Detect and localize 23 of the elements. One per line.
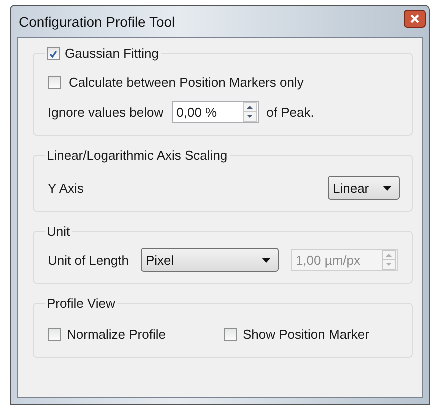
checkbox-label[interactable]: Calculate between Position Markers only — [69, 74, 304, 90]
group-title: Profile View — [46, 296, 116, 311]
checkbox[interactable] — [48, 76, 61, 88]
group-title: Unit — [46, 224, 72, 239]
caret-icon — [262, 258, 271, 262]
threshold-spinbox[interactable]: 0,00 % — [172, 101, 259, 123]
y-axis-dropdown[interactable]: Linear — [328, 176, 400, 200]
field-label: Y Axis — [48, 180, 84, 196]
unit-dropdown[interactable]: Pixel — [140, 248, 279, 272]
checkbox[interactable] — [224, 328, 237, 340]
caret-icon — [383, 186, 392, 190]
spin-arrows-icon[interactable] — [242, 102, 257, 122]
checkbox[interactable] — [47, 47, 60, 60]
checkbox[interactable] — [48, 328, 61, 340]
field-label: Unit of Length — [48, 252, 129, 268]
window-title: Configuration Profile Tool — [18, 14, 176, 30]
close-icon[interactable] — [404, 10, 426, 28]
group-title: Linear/Logarithmic Axis Scaling — [46, 148, 229, 163]
checkbox-label[interactable]: Show Position Marker — [243, 326, 370, 342]
field-suffix: of Peak. — [266, 104, 314, 120]
field-label: Ignore values below — [48, 104, 164, 120]
checkbox-label[interactable]: Gaussian Fitting — [65, 46, 159, 61]
checkbox-label[interactable]: Normalize Profile — [67, 326, 166, 342]
